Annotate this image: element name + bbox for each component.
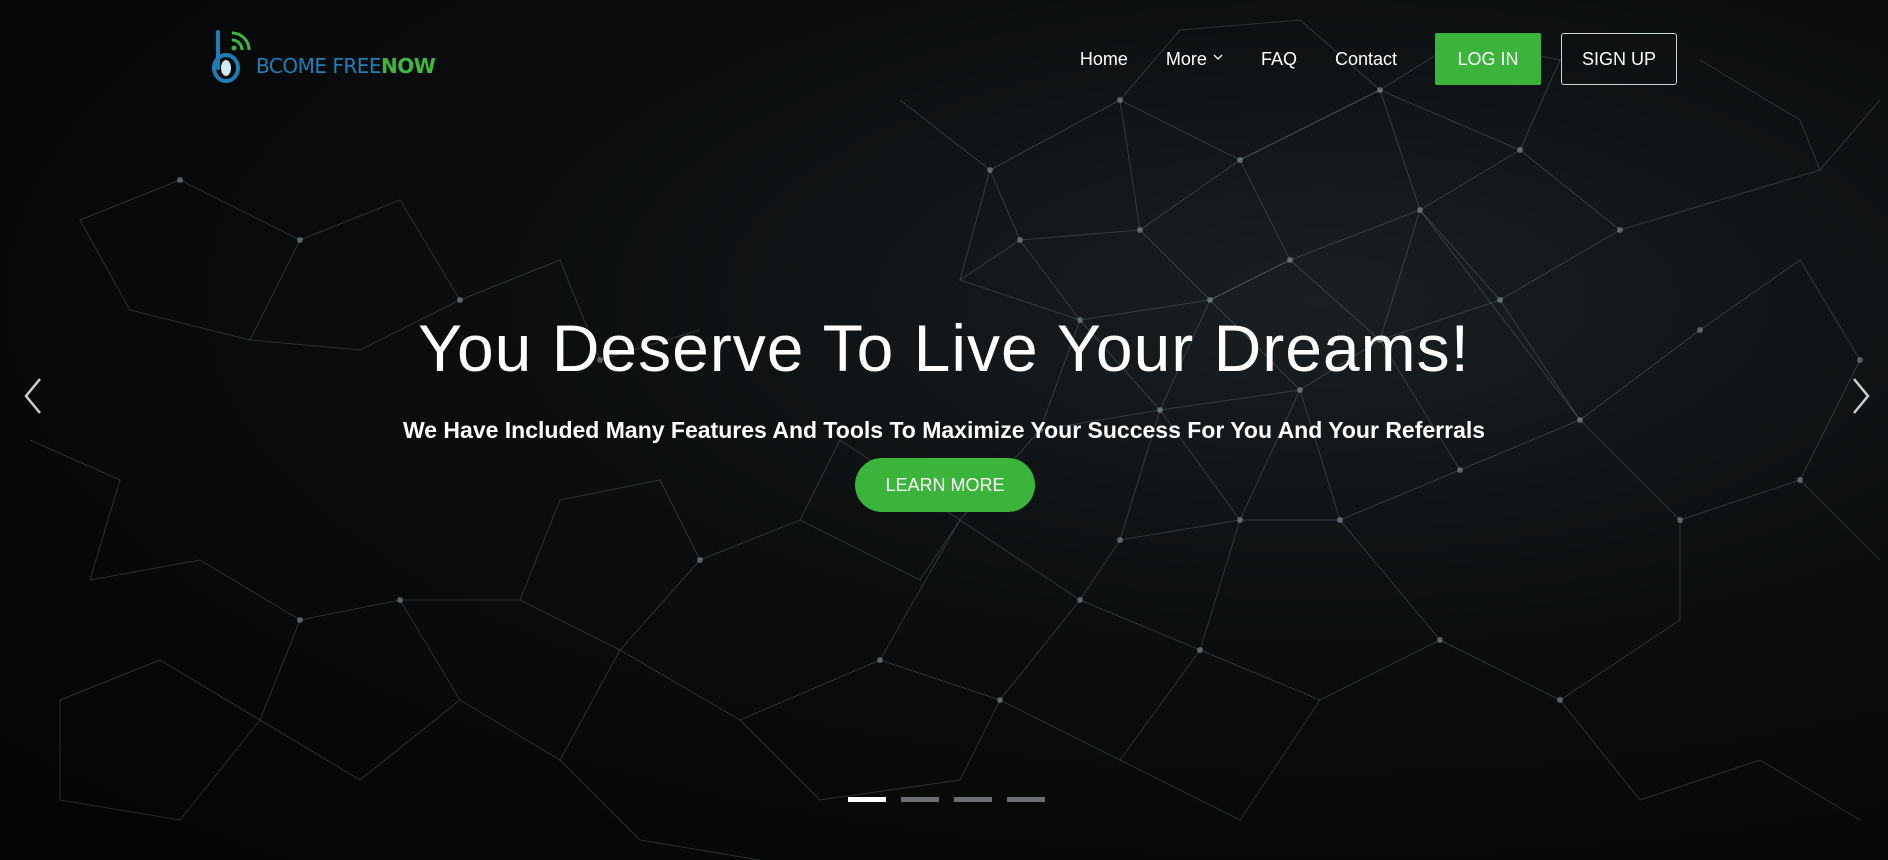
brand-name-part1: BCOME FREE (256, 54, 382, 78)
nav-item-faq[interactable]: FAQ (1261, 49, 1297, 70)
brand-name-part2: NOW (381, 54, 436, 78)
chevron-right-icon[interactable] (1846, 375, 1876, 417)
nav-item-contact-label: Contact (1334, 48, 1397, 69)
nav-item-home[interactable]: Home (1080, 49, 1128, 70)
nav-item-home-label: Home (1079, 48, 1128, 69)
carousel-indicator-1[interactable] (848, 797, 886, 802)
signup-button[interactable]: SIGN UP (1561, 33, 1677, 85)
hero-headline: You Deserve To Live Your Dreams! (418, 311, 1470, 385)
nav-item-more-label: More (1165, 48, 1207, 69)
brand-name: BCOME FREENOW (256, 54, 436, 78)
carousel-indicator-3[interactable] (954, 797, 992, 802)
learn-more-button[interactable]: LEARN MORE (855, 458, 1035, 512)
carousel-indicator-4[interactable] (1007, 797, 1045, 802)
nav-item-contact[interactable]: Contact (1335, 49, 1397, 70)
chevron-left-icon[interactable] (18, 375, 48, 417)
hero-carousel: BCOME FREENOW Home More FAQ Contact LOG … (0, 0, 1888, 860)
carousel-indicators (848, 797, 1060, 802)
brand-logo[interactable]: BCOME FREENOW (210, 24, 436, 84)
login-button[interactable]: LOG IN (1435, 33, 1541, 85)
nav-item-faq-label: FAQ (1260, 48, 1297, 69)
nav-item-more[interactable]: More (1166, 49, 1223, 70)
carousel-indicator-2[interactable] (901, 797, 939, 802)
chevron-down-icon (1213, 54, 1223, 60)
main-nav: Home More FAQ Contact LOG IN SIGN UP (1080, 33, 1677, 85)
hero-subheadline: We Have Included Many Features And Tools… (402, 417, 1486, 443)
wifi-b-logo-icon (212, 30, 251, 83)
